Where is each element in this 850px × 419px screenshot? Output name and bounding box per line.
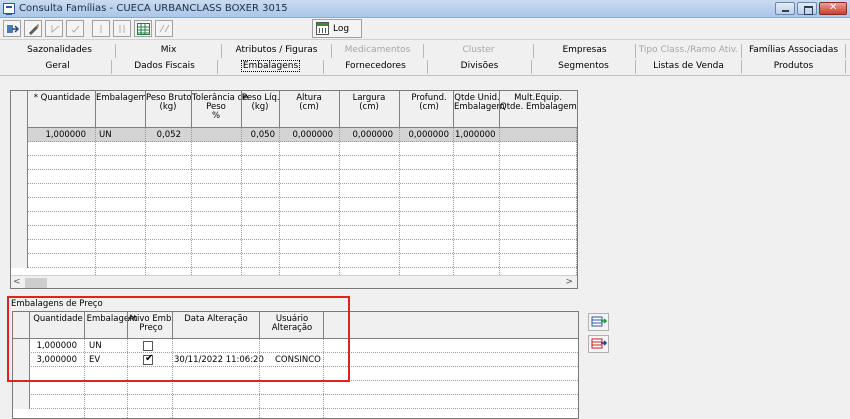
- insert-row-button[interactable]: [588, 313, 609, 331]
- tab-tipo-class-ramo-ativ: Tipo Class./Ramo Ativ.: [636, 44, 742, 58]
- col-largura[interactable]: Largura (cm): [340, 94, 398, 112]
- tab-medicamentos: Medicamentos: [332, 44, 424, 58]
- cell-peso-liquido[interactable]: 0,050: [243, 129, 275, 141]
- cell-embalagem[interactable]: UN: [99, 129, 143, 141]
- tab-mix[interactable]: Mix: [116, 44, 222, 58]
- first-button[interactable]: [92, 20, 110, 37]
- highlight-box: [7, 296, 350, 382]
- cell-qtde-unid[interactable]: 1,000000: [455, 129, 496, 141]
- col-profundidade[interactable]: Profund. (cm): [400, 94, 458, 112]
- tab-segmentos[interactable]: Segmentos: [532, 60, 636, 74]
- tab-familias-associadas[interactable]: Famílias Associadas: [742, 44, 846, 58]
- toolbar: Log: [0, 18, 850, 40]
- calendar-icon: [316, 22, 329, 35]
- header-divider: [339, 91, 340, 128]
- row-indicator: [11, 128, 28, 142]
- col-divider: [578, 339, 579, 419]
- header-divider: [279, 91, 280, 128]
- col-embalagem[interactable]: Embalagem: [96, 94, 147, 103]
- header-divider: [577, 91, 578, 128]
- col-altura[interactable]: Altura (cm): [280, 94, 338, 112]
- col-tolerancia-peso[interactable]: Tolerância de Peso %: [192, 94, 248, 121]
- col-divider: [499, 128, 500, 275]
- close-button[interactable]: [819, 2, 847, 15]
- header-divider: [145, 91, 146, 128]
- cell-quantidade[interactable]: 1,000000: [30, 129, 86, 141]
- pause-button[interactable]: [113, 20, 131, 37]
- tab-produtos[interactable]: Produtos: [742, 60, 846, 74]
- cell-peso-bruto[interactable]: 0,052: [147, 129, 181, 141]
- tab-embalagens[interactable]: Embalagens: [218, 60, 324, 74]
- delete-row-icon: [591, 338, 608, 349]
- col-peso-bruto[interactable]: Peso Bruto (kg): [146, 94, 192, 112]
- tab-divisoes[interactable]: Divisões: [428, 60, 532, 74]
- embalagens-grid[interactable]: * Quantidade Embalagem Peso Bruto (kg) T…: [10, 90, 578, 289]
- header-divider: [191, 91, 192, 128]
- maximize-button[interactable]: [797, 2, 817, 15]
- grid-corner: [11, 91, 28, 128]
- col-divider: [399, 128, 400, 275]
- col-mult-equip[interactable]: Mult.Equip. Qtde. Embalagem: [500, 94, 577, 112]
- check-small-icon: [71, 25, 80, 33]
- header-divider: [399, 91, 400, 128]
- exit-button[interactable]: [3, 20, 21, 37]
- grid-header: * Quantidade Embalagem Peso Bruto (kg) T…: [11, 91, 578, 128]
- col-divider: [339, 128, 340, 275]
- window-title: Consulta Famílias - CUECA URBANCLASS BOX…: [19, 3, 288, 14]
- tab-empresas[interactable]: Empresas: [534, 44, 636, 58]
- spreadsheet-icon: [137, 23, 150, 35]
- pencil-icon: [29, 24, 39, 35]
- check-icon: [51, 25, 60, 34]
- spreadsheet-button[interactable]: [134, 20, 152, 37]
- filter-button[interactable]: [155, 20, 173, 37]
- col-divider: [279, 128, 280, 275]
- scroll-thumb[interactable]: [25, 278, 47, 288]
- minimize-button[interactable]: [775, 2, 795, 15]
- table-row-empty[interactable]: [13, 381, 578, 395]
- exit-icon: [7, 25, 19, 33]
- tab-listas-de-venda[interactable]: Listas de Venda: [636, 60, 742, 74]
- bar-icon: [100, 25, 102, 33]
- col-peso-liquido[interactable]: Peso Líq. (kg): [242, 94, 280, 112]
- pause-icon: [119, 25, 125, 33]
- header-divider: [453, 91, 454, 128]
- tab-atributos-figuras[interactable]: Atributos / Figuras: [222, 44, 332, 58]
- tab-fornecedores[interactable]: Fornecedores: [324, 60, 428, 74]
- col-divider: [241, 128, 242, 275]
- cell-largura[interactable]: 0,000000: [341, 129, 393, 141]
- tab-dados-fiscais[interactable]: Dados Fiscais: [112, 60, 218, 74]
- title-bar: Consulta Famílias - CUECA URBANCLASS BOX…: [0, 0, 850, 18]
- cell-altura[interactable]: 0,000000: [281, 129, 333, 141]
- filter-icon: [159, 24, 170, 33]
- tab-row-top: Sazonalidades Mix Atributos / Figuras Me…: [0, 44, 850, 58]
- header-divider: [499, 91, 500, 128]
- col-divider: [191, 128, 192, 275]
- edit-button[interactable]: [24, 20, 42, 37]
- col-qtde-unid-embalagem[interactable]: Qtde Unid. Embalagem: [454, 94, 505, 112]
- tab-sazonalidades[interactable]: Sazonalidades: [4, 44, 116, 58]
- tab-row-bottom: Geral Dados Fiscais Embalagens Fornecedo…: [0, 60, 850, 74]
- cell-profundidade[interactable]: 0,000000: [401, 129, 449, 141]
- col-divider: [95, 128, 96, 275]
- app-icon: [3, 3, 15, 15]
- tab-cluster: Cluster: [424, 44, 534, 58]
- header-divider: [95, 91, 96, 128]
- horizontal-scrollbar[interactable]: < >: [11, 275, 577, 288]
- tab-geral[interactable]: Geral: [4, 60, 112, 74]
- check-button[interactable]: [66, 20, 84, 37]
- col-divider: [576, 128, 577, 275]
- scroll-right-icon[interactable]: >: [565, 277, 573, 287]
- header-divider: [241, 91, 242, 128]
- table-row-empty[interactable]: [13, 395, 578, 409]
- col-divider: [453, 128, 454, 275]
- col-divider: [145, 128, 146, 275]
- delete-row-button[interactable]: [588, 335, 609, 353]
- col-quantidade[interactable]: * Quantidade: [30, 94, 94, 103]
- insert-row-icon: [591, 316, 608, 327]
- log-button[interactable]: Log: [312, 19, 362, 38]
- confirm-button[interactable]: [45, 20, 63, 37]
- scroll-left-icon[interactable]: <: [13, 277, 21, 287]
- log-label: Log: [333, 24, 350, 34]
